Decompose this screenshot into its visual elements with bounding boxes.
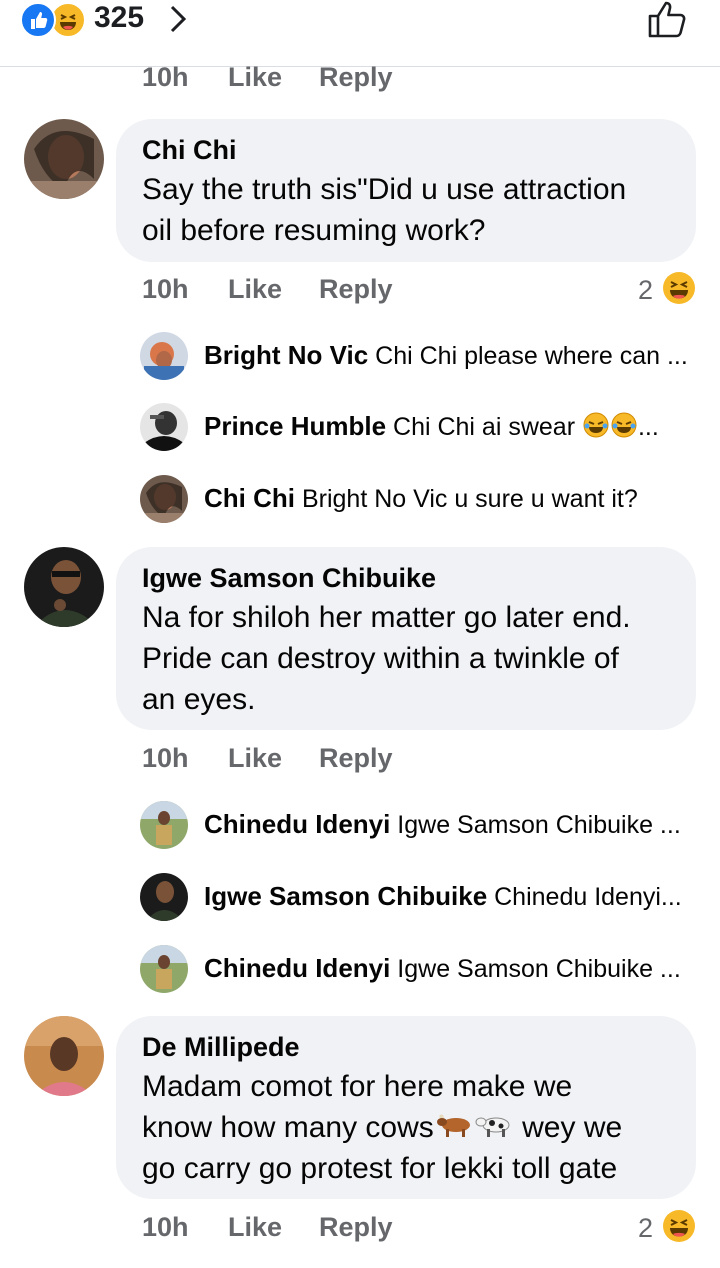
thumbs-up-icon[interactable] bbox=[646, 0, 690, 45]
avatar[interactable] bbox=[140, 945, 188, 993]
timestamp: 10h bbox=[142, 743, 189, 773]
reaction-count[interactable]: 2 bbox=[638, 275, 653, 306]
chevron-right-icon[interactable] bbox=[166, 4, 190, 39]
avatar[interactable] bbox=[24, 119, 104, 199]
comment-text: go carry go protest for lekki toll gate bbox=[142, 1152, 618, 1185]
like-button[interactable]: Like bbox=[228, 62, 282, 93]
reply-button[interactable]: Reply bbox=[319, 1212, 393, 1243]
timestamp: 10h bbox=[142, 62, 189, 92]
like-reaction-icon bbox=[20, 2, 56, 38]
avatar[interactable] bbox=[24, 547, 104, 627]
reply-text: Igwe Samson Chibuike ... bbox=[397, 811, 681, 839]
reply-text-ellipsis: ... bbox=[637, 413, 659, 442]
reply-item[interactable]: Bright No Vic Chi Chi please where can .… bbox=[138, 332, 698, 380]
reply-text: Bright No Vic u sure u want it? bbox=[301, 485, 638, 513]
reaction-count[interactable]: 325 bbox=[94, 1, 144, 35]
like-button[interactable]: Like bbox=[228, 743, 282, 774]
laughing-emoji-icon bbox=[610, 411, 638, 446]
reply-text: Chi Chi please where can ... bbox=[375, 342, 688, 370]
timestamp: 10h bbox=[142, 274, 189, 304]
comment-text: know how many cows bbox=[142, 1111, 434, 1144]
haha-reaction-icon bbox=[662, 271, 696, 310]
reply-button[interactable]: Reply bbox=[319, 274, 393, 305]
comment-text-line: know how many cows wey we bbox=[142, 1107, 622, 1150]
reply-item[interactable]: Igwe Samson Chibuike Chinedu Idenyi... bbox=[138, 873, 698, 921]
timestamp: 10h bbox=[142, 1212, 189, 1242]
comment-bubble[interactable]: Igwe Samson Chibuike Na for shiloh her m… bbox=[116, 547, 696, 730]
cow-emoji-icon bbox=[474, 1109, 514, 1150]
comment-author[interactable]: De Millipede bbox=[142, 1032, 300, 1063]
avatar[interactable] bbox=[140, 873, 188, 921]
avatar[interactable] bbox=[24, 1016, 104, 1096]
ox-emoji-icon bbox=[434, 1109, 474, 1150]
comment-author[interactable]: Igwe Samson Chibuike bbox=[142, 563, 436, 594]
reply-item[interactable]: Chi Chi Bright No Vic u sure u want it? bbox=[138, 475, 698, 523]
reply-item[interactable]: Chinedu Idenyi Igwe Samson Chibuike ... bbox=[138, 801, 698, 849]
like-button[interactable]: Like bbox=[228, 274, 282, 305]
avatar[interactable] bbox=[140, 801, 188, 849]
reaction-count[interactable]: 2 bbox=[638, 1213, 653, 1244]
reactions-bar[interactable]: 325 bbox=[0, 0, 720, 67]
comment-text: Pride can destroy within a twinkle of bbox=[142, 642, 619, 675]
reply-author[interactable]: Chinedu Idenyi bbox=[204, 809, 390, 839]
haha-reaction-icon bbox=[662, 1209, 696, 1248]
reply-text: Igwe Samson Chibuike ... bbox=[397, 955, 681, 983]
avatar[interactable] bbox=[140, 332, 188, 380]
reply-author[interactable]: Bright No Vic bbox=[204, 340, 368, 370]
comment-author[interactable]: Chi Chi bbox=[142, 135, 237, 166]
reply-author[interactable]: Prince Humble bbox=[204, 411, 386, 441]
reply-text: Chinedu Idenyi... bbox=[494, 883, 682, 911]
avatar[interactable] bbox=[140, 403, 188, 451]
comment-text: Say the truth sis"Did u use attraction bbox=[142, 173, 627, 206]
comment-text: Madam comot for here make we bbox=[142, 1070, 573, 1103]
reply-button[interactable]: Reply bbox=[319, 743, 393, 774]
comment-text: Na for shiloh her matter go later end. bbox=[142, 601, 631, 634]
reply-author[interactable]: Chi Chi bbox=[204, 483, 295, 513]
comment-text: oil before resuming work? bbox=[142, 214, 486, 247]
comment-text: an eyes. bbox=[142, 683, 256, 716]
like-button[interactable]: Like bbox=[228, 1212, 282, 1243]
reply-button[interactable]: Reply bbox=[319, 62, 393, 93]
reply-author[interactable]: Igwe Samson Chibuike bbox=[204, 881, 487, 911]
reply-item[interactable]: Chinedu Idenyi Igwe Samson Chibuike ... bbox=[138, 945, 698, 993]
comment-text: wey we bbox=[522, 1111, 623, 1144]
reply-text: Chi Chi ai swear bbox=[393, 413, 576, 442]
reply-author[interactable]: Chinedu Idenyi bbox=[204, 953, 390, 983]
reply-item[interactable]: Prince Humble Chi Chi ai swear ... bbox=[138, 403, 698, 451]
avatar[interactable] bbox=[140, 475, 188, 523]
comment-bubble[interactable]: Chi Chi Say the truth sis"Did u use attr… bbox=[116, 119, 696, 262]
laughing-emoji-icon bbox=[582, 411, 610, 446]
comment-bubble[interactable]: De Millipede Madam comot for here make w… bbox=[116, 1016, 696, 1199]
